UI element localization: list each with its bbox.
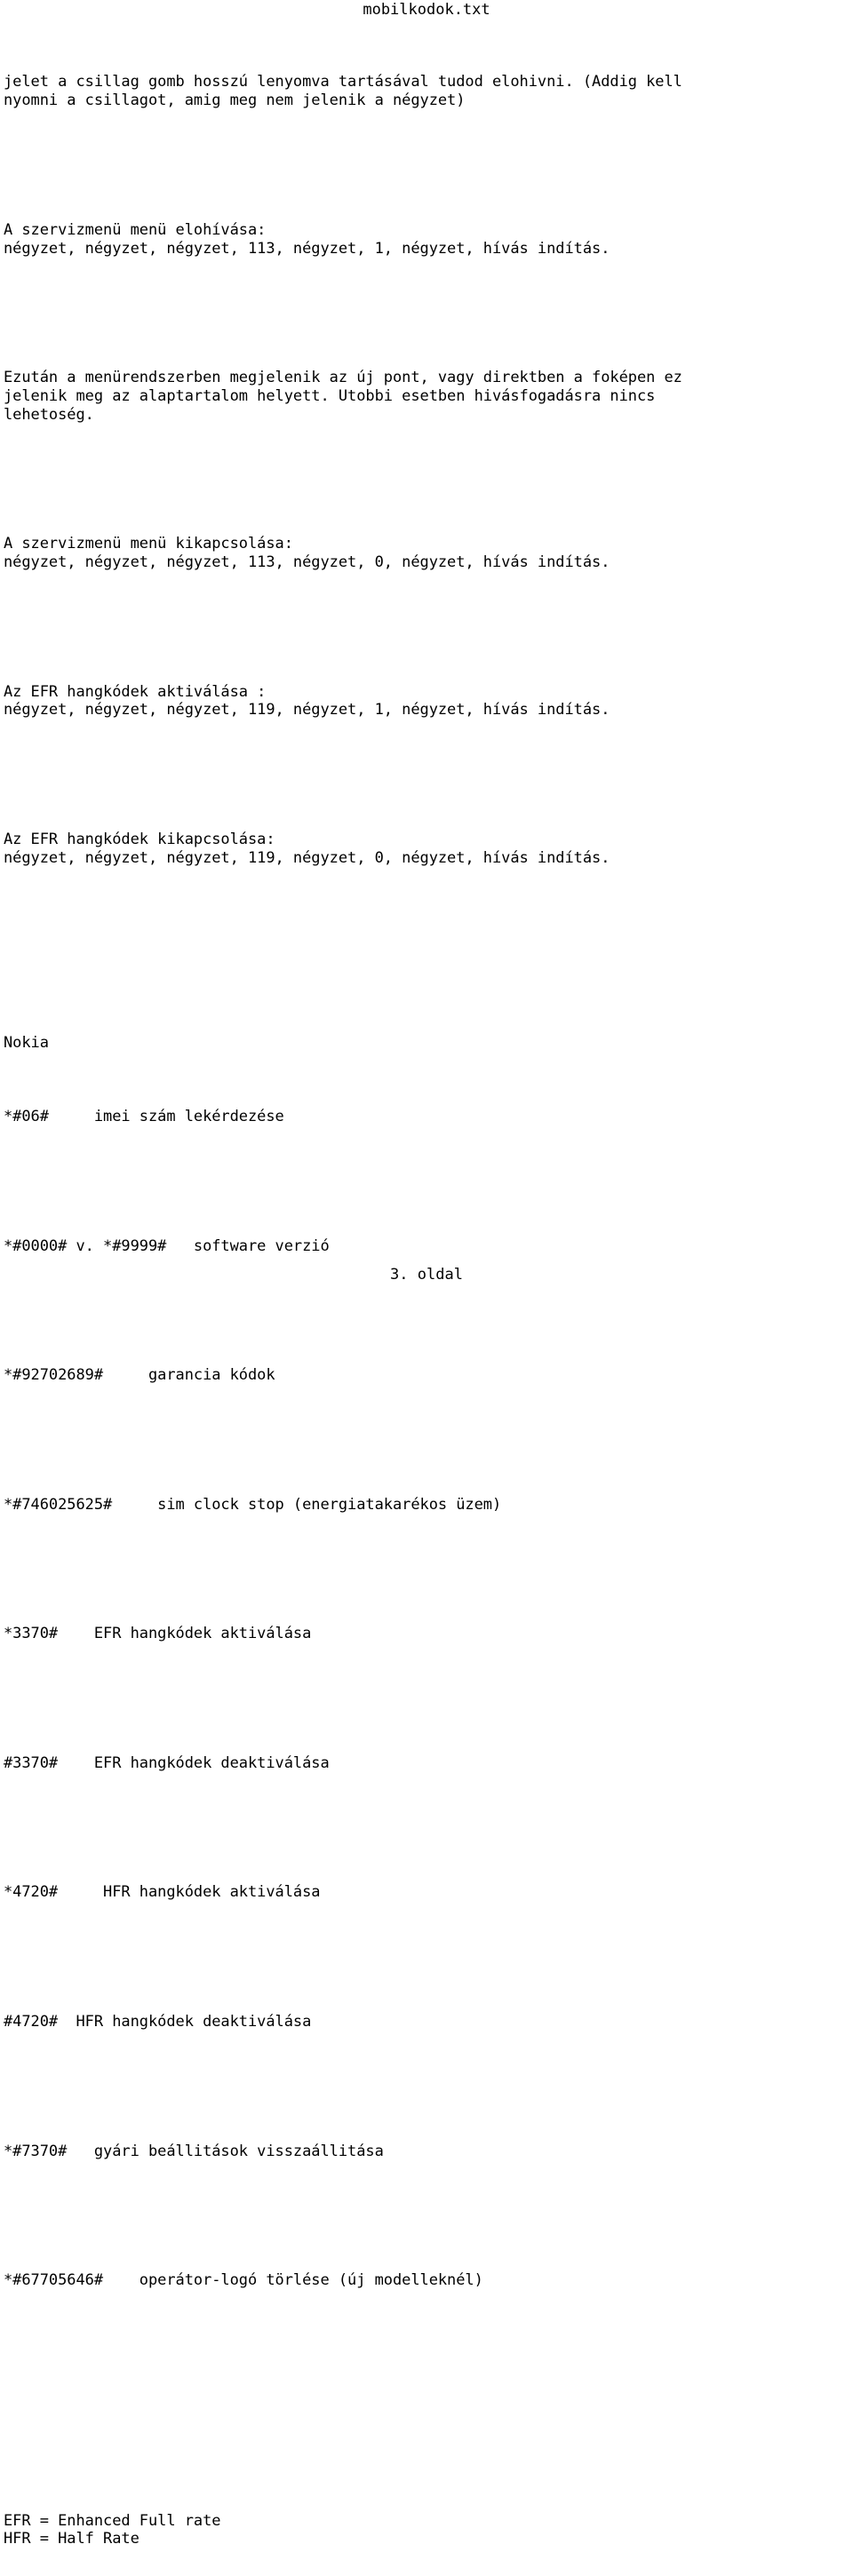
code-line-nokia: *#06# imei szám lekérdezése — [4, 1108, 284, 1126]
paragraph-abbreviations: EFR = Enhanced Full rate HFR = Half Rate — [4, 2511, 221, 2548]
document-filename-header: mobilkodok.txt — [363, 1, 490, 19]
code-line-nokia: *#7370# gyári beállitások visszaállitása — [4, 2142, 384, 2160]
paragraph-efr-activate: Az EFR hangkódek aktiválása : négyzet, n… — [4, 682, 610, 720]
paragraph-service-menu-deactivate: A szervizmenü menü kikapcsolása: négyzet… — [4, 535, 610, 572]
code-line-nokia: *4720# HFR hangkódek aktiválása — [4, 1883, 321, 1902]
paragraph-efr-deactivate: Az EFR hangkódek kikapcsolása: négyzet, … — [4, 831, 610, 867]
code-line-nokia: #3370# EFR hangkódek deaktiválása — [4, 1753, 330, 1772]
heading-nokia: Nokia — [4, 1033, 49, 1052]
code-line-nokia: *#746025625# sim clock stop (energiataka… — [4, 1495, 502, 1514]
document-body: jelet a csillag gomb hosszú lenyomva tar… — [4, 18, 849, 2576]
paragraph-service-menu-activate: A szervizmenü menü elohívása: négyzet, n… — [4, 220, 610, 258]
page-footer: 3. oldal — [390, 1266, 463, 1284]
code-line-nokia: *#67705646# operátor-logó törlése (új mo… — [4, 2271, 483, 2290]
document-page: mobilkodok.txt jelet a csillag gomb hoss… — [0, 0, 853, 2548]
code-line-nokia: *3370# EFR hangkódek aktiválása — [4, 1625, 312, 1643]
paragraph-after-note: Ezután a menürendszerben megjelenik az ú… — [4, 369, 682, 424]
paragraph-intro: jelet a csillag gomb hosszú lenyomva tar… — [4, 73, 682, 110]
code-line-nokia: *#92702689# garancia kódok — [4, 1366, 275, 1385]
code-line-nokia: #4720# HFR hangkódek deaktiválása — [4, 2013, 312, 2031]
code-line-nokia: *#0000# v. *#9999# software verzió — [4, 1236, 330, 1255]
